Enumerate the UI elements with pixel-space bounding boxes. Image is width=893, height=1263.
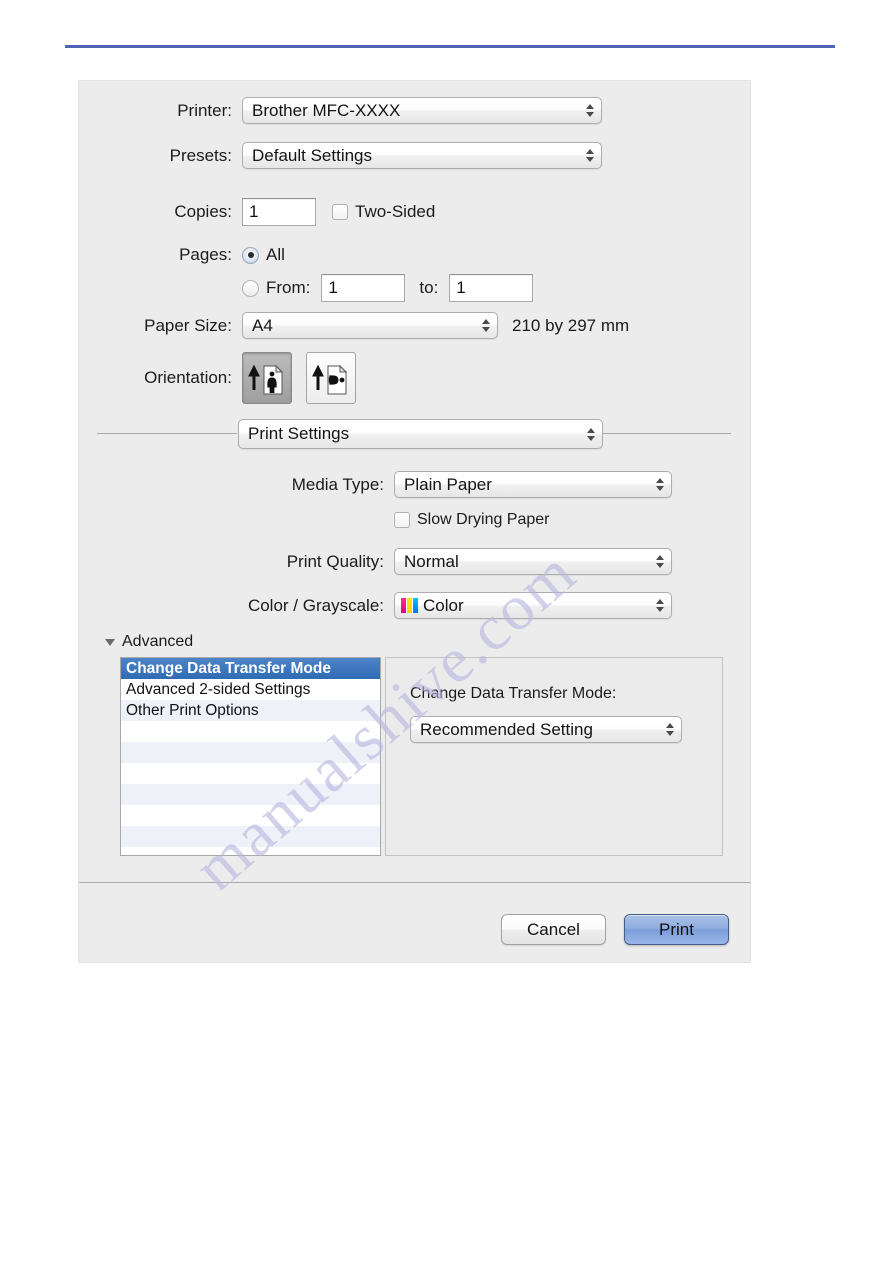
list-item[interactable]: Change Data Transfer Mode	[121, 658, 380, 679]
list-item[interactable]: Advanced 2-sided Settings	[121, 679, 380, 700]
media-type-row: Media Type: Plain Paper	[79, 471, 672, 498]
advanced-disclosure[interactable]: Advanced	[105, 633, 193, 651]
print-dialog: Printer: Brother MFC-XXXX Presets: Defau…	[79, 81, 750, 962]
checkbox-icon	[332, 204, 348, 220]
pages-row-all: Pages: All	[79, 245, 285, 265]
list-item-empty	[121, 847, 380, 855]
list-item-empty	[121, 763, 380, 784]
color-grayscale-value: Color	[423, 595, 464, 615]
list-item-empty	[121, 742, 380, 763]
chevron-updown-icon	[655, 552, 664, 572]
radio-selected-icon	[242, 246, 259, 264]
paper-size-row: Paper Size: A4 210 by 297 mm	[79, 312, 629, 339]
color-grayscale-popup[interactable]: Color	[394, 592, 672, 619]
list-item-empty	[121, 784, 380, 805]
advanced-detail-pane: Change Data Transfer Mode: Recommended S…	[385, 657, 723, 856]
list-item-empty	[121, 805, 380, 826]
paper-size-label: Paper Size:	[144, 315, 232, 335]
copies-value: 1	[249, 202, 259, 221]
pane-popup-value: Print Settings	[248, 424, 350, 443]
advanced-list[interactable]: Change Data Transfer Mode Advanced 2-sid…	[120, 657, 381, 856]
print-quality-value: Normal	[404, 551, 459, 571]
pages-row-range: From: 1 to: 1	[79, 274, 534, 302]
list-item[interactable]: Other Print Options	[121, 700, 380, 721]
two-sided-checkbox[interactable]: Two-Sided	[332, 202, 435, 222]
printer-value: Brother MFC-XXXX	[252, 100, 401, 120]
color-swatch-icon	[401, 598, 418, 613]
chevron-updown-icon	[585, 146, 594, 166]
checkbox-icon	[394, 512, 410, 528]
footer-separator	[79, 882, 750, 883]
printer-label: Printer:	[177, 100, 232, 120]
paper-size-value: A4	[252, 315, 273, 335]
slow-drying-checkbox[interactable]: Slow Drying Paper	[394, 511, 550, 529]
chevron-updown-icon	[665, 720, 674, 740]
radio-unselected-icon	[242, 279, 259, 297]
chevron-updown-icon	[585, 101, 594, 121]
copies-input[interactable]: 1	[242, 198, 316, 226]
advanced-detail-title: Change Data Transfer Mode:	[410, 685, 617, 702]
portrait-page-icon	[248, 364, 284, 395]
orientation-landscape-button[interactable]	[306, 352, 356, 404]
paper-dimensions: 210 by 297 mm	[512, 315, 630, 335]
cancel-button[interactable]: Cancel	[501, 914, 606, 945]
page-top-rule	[65, 45, 835, 48]
print-quality-row: Print Quality: Normal	[79, 548, 672, 575]
advanced-detail-value: Recommended Setting	[420, 719, 593, 739]
print-quality-label: Print Quality:	[286, 551, 384, 571]
presets-row: Presets: Default Settings	[79, 142, 606, 169]
pages-from-value: 1	[328, 278, 338, 297]
print-button[interactable]: Print	[624, 914, 729, 945]
advanced-detail-popup[interactable]: Recommended Setting	[410, 716, 682, 743]
presets-label: Presets:	[169, 145, 232, 165]
copies-label: Copies:	[174, 202, 232, 221]
pages-to-value: 1	[456, 278, 466, 297]
two-sided-label: Two-Sided	[355, 202, 436, 221]
triangle-down-icon	[105, 638, 115, 646]
pages-label: Pages:	[179, 245, 232, 264]
pages-from-label: From:	[266, 278, 311, 297]
presets-popup[interactable]: Default Settings	[242, 142, 602, 169]
slow-drying-row: Slow Drying Paper	[394, 511, 550, 529]
copies-row: Copies: 1 Two-Sided	[79, 198, 435, 226]
slow-drying-label: Slow Drying Paper	[417, 511, 550, 528]
printer-popup[interactable]: Brother MFC-XXXX	[242, 97, 602, 124]
list-item-empty	[121, 826, 380, 847]
media-type-label: Media Type:	[291, 474, 384, 494]
pane-separator-right	[603, 433, 731, 434]
orientation-portrait-button[interactable]	[242, 352, 292, 404]
color-grayscale-row: Color / Grayscale: Color	[79, 592, 672, 619]
pane-separator-left	[97, 433, 237, 434]
media-type-value: Plain Paper	[404, 474, 492, 494]
pages-from-input[interactable]: 1	[321, 274, 406, 302]
pages-to-label: to:	[419, 278, 439, 297]
pages-to-input[interactable]: 1	[449, 274, 534, 302]
color-grayscale-label: Color / Grayscale:	[247, 595, 384, 615]
printer-row: Printer: Brother MFC-XXXX	[79, 97, 606, 124]
presets-value: Default Settings	[252, 145, 373, 165]
advanced-label: Advanced	[122, 633, 194, 650]
landscape-page-icon	[312, 364, 348, 395]
chevron-updown-icon	[481, 316, 490, 336]
paper-size-popup[interactable]: A4	[242, 312, 498, 339]
orientation-row: Orientation:	[79, 352, 356, 404]
pane-popup[interactable]: Print Settings	[238, 419, 603, 449]
media-type-popup[interactable]: Plain Paper	[394, 471, 672, 498]
chevron-updown-icon	[655, 475, 664, 495]
pages-all-label: All	[266, 245, 285, 264]
pages-all-radio[interactable]: All	[242, 245, 285, 265]
list-item-empty	[121, 721, 380, 742]
chevron-updown-icon	[655, 596, 664, 616]
chevron-updown-icon	[586, 424, 595, 444]
orientation-label: Orientation:	[144, 368, 232, 387]
print-quality-popup[interactable]: Normal	[394, 548, 672, 575]
pages-from-radio[interactable]: From:	[242, 278, 310, 298]
